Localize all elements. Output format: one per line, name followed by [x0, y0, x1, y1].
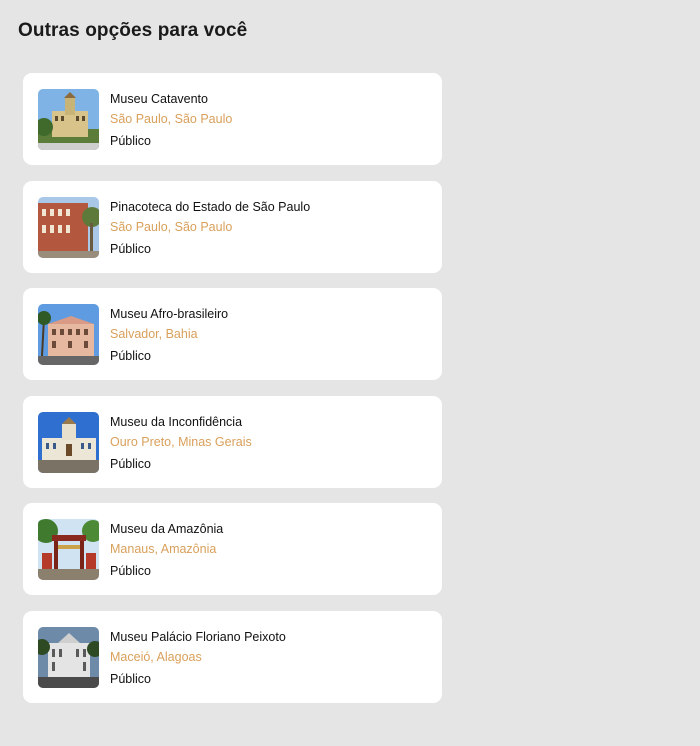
museum-type: Público [110, 134, 151, 148]
museum-location: Manaus, Amazônia [110, 542, 217, 556]
museum-card[interactable]: Museu Afro-brasileiro Salvador, Bahia Pú… [23, 288, 442, 380]
museum-photo [38, 89, 99, 150]
section-title: Outras opções para você [18, 20, 248, 41]
museum-list: Museu Catavento São Paulo, São Paulo Púb… [23, 73, 442, 718]
museum-location: Salvador, Bahia [110, 327, 198, 341]
page: Outras opções para você Museu Catavento … [0, 0, 700, 746]
museum-location: São Paulo, São Paulo [110, 112, 233, 126]
museum-type: Público [110, 241, 151, 256]
museum-location: Maceió, Alagoas [110, 649, 202, 664]
museum-photo [38, 626, 99, 688]
museum-type: Público [110, 564, 151, 578]
museum-name: Museu Catavento [110, 92, 208, 106]
museum-name: Museu Palácio Floriano Peixoto [110, 629, 286, 644]
museum-photo [38, 411, 99, 473]
museum-name: Pinacoteca do Estado de São Paulo [110, 199, 311, 214]
museum-card[interactable]: Museu da Amazônia Manaus, Amazônia Públi… [23, 503, 442, 595]
museum-photo [38, 304, 99, 365]
museum-card[interactable]: Museu da Inconfidência Ouro Preto, Minas… [23, 395, 442, 488]
museum-card[interactable]: Museu Palácio Floriano Peixoto Maceió, A… [23, 610, 442, 703]
museum-location: São Paulo, São Paulo [110, 219, 233, 234]
museum-card[interactable]: Pinacoteca do Estado de São Paulo São Pa… [23, 180, 442, 273]
museum-card[interactable]: Museu Catavento São Paulo, São Paulo Púb… [23, 73, 442, 165]
museum-type: Público [110, 456, 151, 471]
museum-photo [38, 196, 99, 258]
museum-type: Público [110, 349, 151, 363]
museum-location: Ouro Preto, Minas Gerais [110, 434, 252, 449]
museum-photo [38, 519, 99, 580]
museum-type: Público [110, 671, 151, 686]
museum-name: Museu Afro-brasileiro [110, 307, 229, 321]
museum-name: Museu da Inconfidência [110, 414, 243, 429]
museum-name: Museu da Amazônia [110, 522, 224, 536]
